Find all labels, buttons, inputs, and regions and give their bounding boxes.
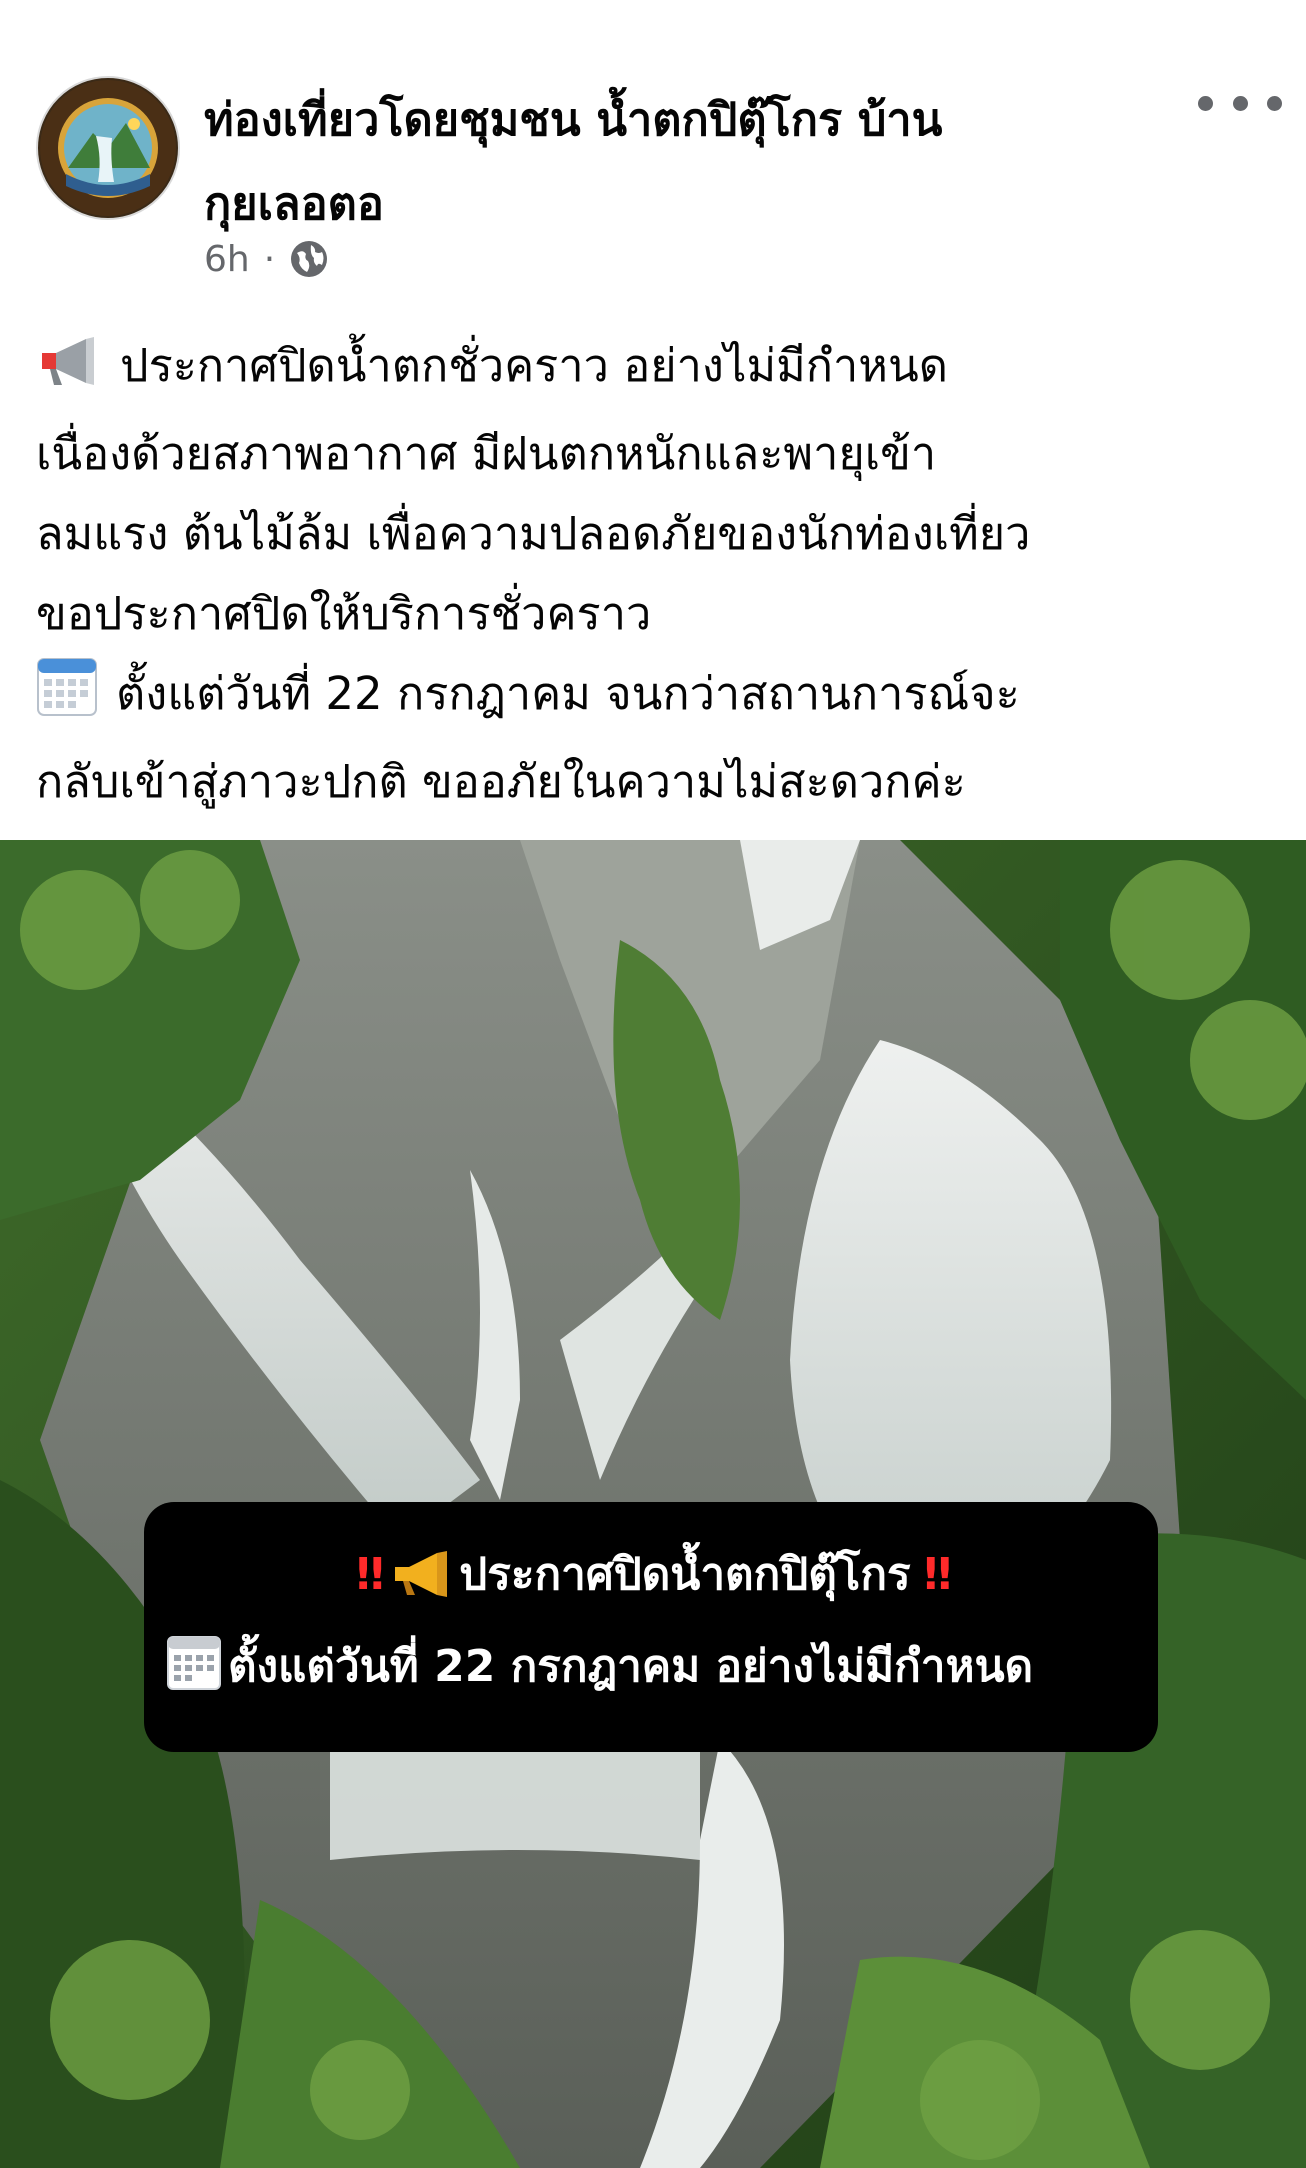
banner-title: ประกาศปิดน้ำตกปิตุ๊โกร [459,1549,911,1600]
page-name-line1[interactable]: ท่องเที่ยวโดยชุมชน น้ำตกปิตุ๊โกร บ้าน [204,78,1164,162]
calendar-icon [166,1633,222,1712]
post-meta: 6h · [204,234,329,284]
post-line: ประกาศปิดน้ำตกชั่วคราว อย่างไม่มีกำหนด [36,326,1286,414]
post-body-line2: เนื่องด้วยสภาพอากาศ มีฝนตกหนักและพายุเข้… [36,427,937,480]
image-announcement-banner: !! ประกาศปิดน้ำตกปิตุ๊โกร!! ตั้งแต่วันที… [144,1502,1158,1752]
calendar-icon [36,655,98,742]
more-options-dot [1267,95,1282,111]
post-body-line1: ประกาศปิดน้ำตกชั่วคราว อย่างไม่มีกำหนด [120,339,948,392]
post-body: ประกาศปิดน้ำตกชั่วคราว อย่างไม่มีกำหนด เ… [36,326,1286,822]
page-name[interactable]: ท่องเที่ยวโดยชุมชน น้ำตกปิตุ๊โกร บ้าน กุ… [204,78,1164,246]
logo-icon [40,80,176,216]
more-options-icon [1198,95,1213,111]
post-line: ตั้งแต่วันที่ 22 กรกฎาคม จนกว่าสถานการณ์… [36,654,1286,742]
post-body-line4: ขอประกาศปิดให้บริการชั่วคราว [36,587,652,640]
meta-separator: · [263,238,276,280]
post-body-line3: ลมแรง ต้นไม้ล้ม เพื่อความปลอดภัยของนักท่… [36,507,1031,560]
banner-line2: ตั้งแต่วันที่ 22 กรกฎาคม อย่างไม่มีกำหนด [166,1632,1146,1712]
megaphone-icon [36,333,102,414]
more-options-dot [1232,95,1248,111]
page-avatar[interactable] [36,76,180,220]
page-name-line2[interactable]: กุยเลอตอ [204,162,1164,246]
post-time[interactable]: 6h [204,239,250,280]
globe-icon[interactable] [289,239,329,279]
banner-date-text: ตั้งแต่วันที่ 22 กรกฎาคม อย่างไม่มีกำหนด [228,1641,1034,1692]
more-options-button[interactable] [1198,78,1282,128]
post-body-line5: ตั้งแต่วันที่ 22 กรกฎาคม จนกว่าสถานการณ์… [116,667,1020,720]
post-header: ท่องเที่ยวโดยชุมชน น้ำตกปิตุ๊โกร บ้าน กุ… [0,0,1306,300]
double-exclamation-icon: !! [920,1549,955,1600]
banner-line1: !! ประกาศปิดน้ำตกปิตุ๊โกร!! [144,1540,1158,1620]
post-body-line6: กลับเข้าสู่ภาวะปกติ ขออภัยในความไม่สะดวก… [36,755,966,808]
double-exclamation-icon: !! [353,1549,387,1600]
megaphone-icon [391,1549,453,1620]
